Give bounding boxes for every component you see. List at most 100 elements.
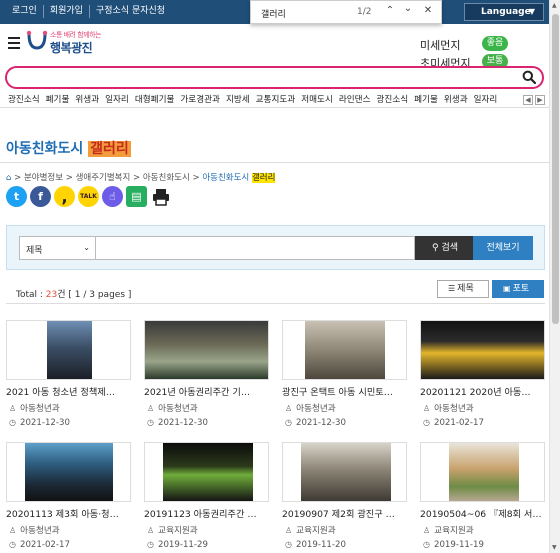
breadcrumb-item[interactable]: 생애주기별복지 xyxy=(76,173,131,183)
gallery-thumbnail[interactable] xyxy=(282,442,407,502)
find-in-page-bar: 갤러리 1/2 ⌃ ⌄ ✕ xyxy=(250,0,442,24)
gallery-date-text: 2019-11-20 xyxy=(295,540,346,550)
gallery-date-text: 2021-12-30 xyxy=(157,418,208,428)
chevron-up-icon[interactable]: ⌃ xyxy=(383,5,397,16)
breadcrumb-item[interactable]: 분야별정보 xyxy=(24,173,63,183)
gallery-dept-text: 교육지원과 xyxy=(158,526,198,536)
gallery-card[interactable]: 20191123 아동권리주간 … ♙ 교육지원과 ◷ 2019-11-29 xyxy=(144,442,269,550)
logo-title: 행복광진 xyxy=(50,41,93,55)
signup-link[interactable]: 회원가입 xyxy=(44,5,90,18)
menu-item[interactable]: 라인댄스 xyxy=(339,95,371,105)
gallery-dept: ♙ 아동청년과 xyxy=(6,402,131,414)
menu-item[interactable]: 광진소식 xyxy=(8,95,40,105)
gallery-card[interactable]: 20190504~06 『제8회 서… ♙ 교육지원과 ◷ 2019-11-19 xyxy=(420,442,545,550)
search-icon[interactable] xyxy=(522,70,536,84)
list-view-button[interactable]: ☰ 제목 xyxy=(437,280,489,298)
find-query-input[interactable]: 갤러리 xyxy=(261,7,286,20)
quick-menu-bar: 광진소식 폐기물 위생과 일자리 대형폐기물 가로경관과 지방세 교통지도과 저매도시 라인댄스 광… xyxy=(0,91,549,108)
hamburger-menu-icon[interactable] xyxy=(8,37,20,52)
gallery-title[interactable]: 2021 아동 청소년 정책제… xyxy=(6,384,131,398)
home-icon[interactable]: ⌂ xyxy=(6,173,11,183)
calendar-icon: ◷ xyxy=(147,418,154,427)
gallery-dept-text: 교육지원과 xyxy=(434,526,474,536)
login-link[interactable]: 로그인 xyxy=(6,5,44,18)
gallery-thumbnail[interactable] xyxy=(420,442,545,502)
chevron-left-icon[interactable]: ◀ xyxy=(523,95,533,105)
gallery-title[interactable]: 20190907 제2회 광진구 … xyxy=(282,506,407,520)
chevron-right-icon[interactable]: ▶ xyxy=(535,95,545,105)
page-info: [ 1 / 3 pages ] xyxy=(68,290,132,300)
language-select[interactable]: Language ▼ xyxy=(464,3,544,21)
site-search-box[interactable] xyxy=(5,66,544,89)
gallery-thumbnail[interactable] xyxy=(6,320,131,380)
gallery-dept-text: 아동청년과 xyxy=(20,404,60,414)
menu-item[interactable]: 일자리 xyxy=(105,95,129,105)
total-label: Total : xyxy=(16,290,43,300)
print-icon[interactable] xyxy=(150,186,171,207)
gallery-title[interactable]: 20201113 제3회 아동·청… xyxy=(6,506,131,520)
gallery-thumbnail[interactable] xyxy=(144,442,269,502)
facebook-icon[interactable]: f xyxy=(30,186,51,207)
menu-item[interactable]: 가로경관과 xyxy=(180,95,220,105)
menu-item[interactable]: 폐기물 xyxy=(414,95,438,105)
fine-dust-label: 미세먼지 xyxy=(420,39,461,52)
image-icon: ▣ xyxy=(503,284,511,293)
touch-icon[interactable]: ☝ xyxy=(102,186,123,207)
menu-item[interactable]: 일자리 xyxy=(474,95,498,105)
menu-item[interactable]: 폐기물 xyxy=(46,95,70,105)
photo-view-button[interactable]: ▣ 포토 xyxy=(492,280,544,298)
band-icon[interactable]: , xyxy=(54,186,75,207)
twitter-icon[interactable]: t xyxy=(6,186,27,207)
kakaotalk-icon[interactable]: TALK xyxy=(78,186,99,207)
gallery-date: ◷ 2019-11-19 xyxy=(420,540,545,550)
search-field-value: 제목 xyxy=(26,246,43,256)
photo-view-label: 포토 xyxy=(512,284,530,294)
sms-news-link[interactable]: 구정소식 문자신청 xyxy=(90,5,171,18)
divider xyxy=(6,303,545,304)
gallery-date-text: 2021-02-17 xyxy=(19,540,70,550)
gallery-card[interactable]: 20201113 제3회 아동·청… ♙ 아동청년과 ◷ 2021-02-17 xyxy=(6,442,131,550)
gallery-dept: ♙ 아동청년과 xyxy=(144,402,269,414)
gallery-thumbnail[interactable] xyxy=(6,442,131,502)
page-scrollbar[interactable]: ▲ ▼ xyxy=(549,0,560,553)
document-icon[interactable]: ▤ xyxy=(126,186,147,207)
gallery-title[interactable]: 20201121 2020년 아동… xyxy=(420,384,545,398)
calendar-icon: ◷ xyxy=(285,540,292,549)
menu-item[interactable]: 대형폐기물 xyxy=(135,95,175,105)
board-search-input[interactable] xyxy=(95,236,415,260)
menu-item[interactable]: 위생과 xyxy=(75,95,99,105)
close-icon[interactable]: ✕ xyxy=(421,5,435,16)
calendar-icon: ◷ xyxy=(423,418,430,427)
gallery-date: ◷ 2021-02-17 xyxy=(6,540,131,550)
breadcrumb-item[interactable]: 아동친화도시 xyxy=(143,173,190,183)
quick-menu-items: 광진소식 폐기물 위생과 일자리 대형폐기물 가로경관과 지방세 교통지도과 저매도시 라인댄스 광… xyxy=(8,93,503,105)
gallery-card[interactable]: 광진구 온택트 아동 시민토… ♙ 아동청년과 ◷ 2021-12-30 xyxy=(282,320,407,428)
gallery-thumbnail[interactable] xyxy=(282,320,407,380)
view-all-button[interactable]: 전체보기 xyxy=(473,236,533,260)
gallery-dept: ♙ 교육지원과 xyxy=(282,524,407,536)
search-field-select[interactable]: 제목 ⌄ xyxy=(19,236,96,260)
gallery-title[interactable]: 광진구 온택트 아동 시민토… xyxy=(282,384,407,398)
chevron-down-icon[interactable]: ⌄ xyxy=(401,3,415,14)
scroll-up-icon[interactable]: ▲ xyxy=(552,2,557,9)
gallery-card[interactable]: 2021 아동 청소년 정책제… ♙ 아동청년과 ◷ 2021-12-30 xyxy=(6,320,131,428)
gallery-thumbnail[interactable] xyxy=(420,320,545,380)
gallery-card[interactable]: 2021년 아동권리주간 기… ♙ 아동청년과 ◷ 2021-12-30 xyxy=(144,320,269,428)
menu-item[interactable]: 지방세 xyxy=(226,95,250,105)
gallery-title[interactable]: 20191123 아동권리주간 … xyxy=(144,506,269,520)
scrollbar-thumb[interactable] xyxy=(552,14,559,324)
menu-item[interactable]: 저매도시 xyxy=(301,95,333,105)
chevron-down-icon: ⌄ xyxy=(83,243,90,252)
gallery-card[interactable]: 20201121 2020년 아동… ♙ 아동청년과 ◷ 2021-02-17 xyxy=(420,320,545,428)
search-button[interactable]: ⚲ 검색 xyxy=(415,236,475,260)
site-logo[interactable]: 소통 배려 함께하는 행복광진 xyxy=(26,28,106,56)
menu-item[interactable]: 위생과 xyxy=(444,95,468,105)
gallery-title[interactable]: 20190504~06 『제8회 서… xyxy=(420,506,545,520)
menu-item[interactable]: 광진소식 xyxy=(377,95,409,105)
breadcrumb-current: 아동친화도시 갤러리 xyxy=(202,173,276,183)
scroll-down-icon[interactable]: ▼ xyxy=(552,544,557,551)
gallery-card[interactable]: 20190907 제2회 광진구 … ♙ 교육지원과 ◷ 2019-11-20 xyxy=(282,442,407,550)
gallery-thumbnail[interactable] xyxy=(144,320,269,380)
gallery-title[interactable]: 2021년 아동권리주간 기… xyxy=(144,384,269,398)
menu-item[interactable]: 교통지도과 xyxy=(256,95,296,105)
